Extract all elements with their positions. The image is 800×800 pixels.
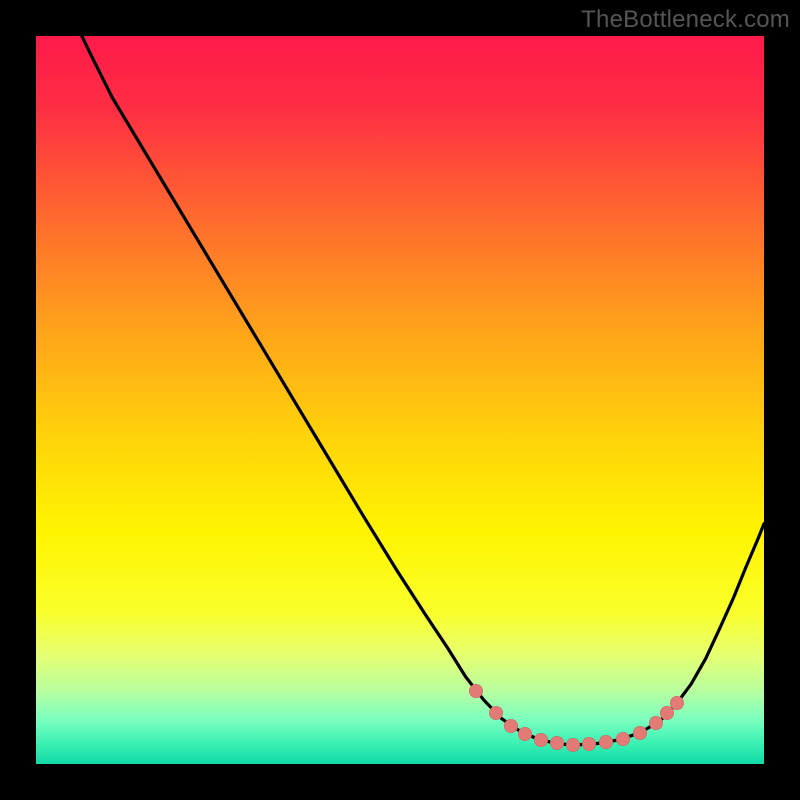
dot-marker bbox=[582, 737, 596, 751]
dot-marker bbox=[566, 738, 580, 752]
dot-marker bbox=[550, 736, 564, 750]
dot-marker bbox=[489, 706, 503, 720]
dot-marker bbox=[616, 732, 630, 746]
dot-marker bbox=[469, 684, 483, 698]
watermark-label: TheBottleneck.com bbox=[581, 6, 790, 34]
dot-marker bbox=[670, 696, 684, 710]
dot-marker bbox=[518, 727, 532, 741]
chart-frame: TheBottleneck.com bbox=[0, 0, 800, 800]
dot-marker bbox=[534, 733, 548, 747]
dot-marker bbox=[599, 735, 613, 749]
bottleneck-curve bbox=[36, 36, 764, 764]
dot-marker bbox=[633, 726, 647, 740]
dot-marker bbox=[504, 719, 518, 733]
plot-area bbox=[36, 36, 764, 764]
